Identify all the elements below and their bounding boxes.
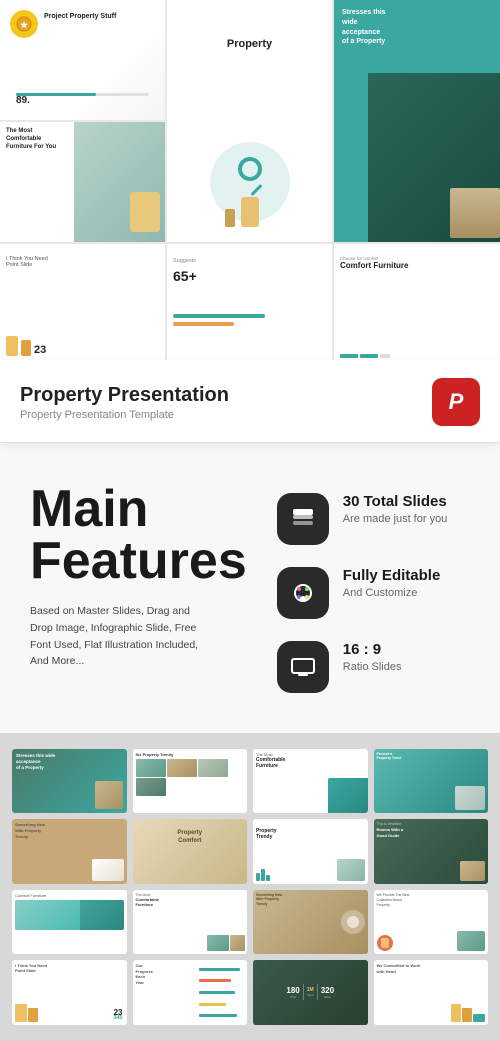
slide6-number: 23	[34, 344, 46, 356]
bgt13-text: I Think You NeedPoint Slide	[15, 963, 124, 973]
title-banner: Property Presentation Property Presentat…	[0, 360, 500, 443]
bgt12-text: We Provide The BestCollection AboutPrope…	[377, 893, 486, 908]
bottom-grid: Stresses this wideacceptanceof a Propert…	[0, 733, 500, 1041]
slide-thumb-5[interactable]: Stresses thiswideacceptanceof a Property	[334, 0, 500, 242]
bottom-thumb-15[interactable]: 180 Offer 1M Total 320 Value	[253, 960, 368, 1024]
bgt16-text: We Committed to Workwith Heart	[377, 963, 486, 974]
feature-slides-title: 30 Total Slides	[343, 493, 448, 511]
bgt3-text: The MostComfortableFurniture	[256, 752, 365, 769]
slide5-img	[368, 73, 500, 242]
features-description: Based on Master Slides, Drag and Drop Im…	[30, 603, 210, 670]
slide1-number: 89.	[16, 95, 30, 106]
bottom-thumb-4[interactable]: Present aProperty Trend	[374, 749, 489, 813]
bgt1-text: Stresses this wideacceptanceof a Propert…	[12, 749, 127, 775]
bgt11-text: Something NewWith PropertyTrendy	[256, 893, 365, 907]
bottom-thumb-7[interactable]: PropertyTrendy	[253, 819, 368, 883]
bottom-thumb-14[interactable]: OurProgressEachYear	[133, 960, 248, 1024]
slide5-title: Stresses thiswideacceptanceof a Property	[342, 8, 496, 47]
slide1-title: Project Property Stuff	[44, 12, 116, 21]
features-section: Main Features Based on Master Slides, Dr…	[0, 443, 500, 733]
bottom-thumb-8[interactable]: This is Headline Rooms With aGood Guide	[374, 819, 489, 883]
feature-icon-monitor	[277, 641, 329, 693]
bottom-thumb-10[interactable]: The MostComfortableFurniture	[133, 890, 248, 954]
slide3-person	[130, 192, 160, 232]
bgt15-num3: 320	[321, 986, 334, 995]
slide-thumb-7[interactable]: Suggests 65+	[167, 244, 332, 360]
powerpoint-icon: P	[432, 378, 480, 426]
feature-item-ratio: 16 : 9 Ratio Slides	[277, 641, 470, 693]
bgt8-num: This is Headline	[377, 822, 486, 826]
bgt15-label1: Offer	[286, 995, 299, 999]
features-right-column: 30 Total Slides Are made just for you	[277, 483, 470, 693]
bgt8-text: Rooms With aGood Guide	[377, 827, 486, 837]
bgt15-num1: 180	[286, 986, 299, 995]
slide7-label: Suggests	[173, 250, 326, 264]
bottom-thumb-13[interactable]: I Think You NeedPoint Slide 23 345	[12, 960, 127, 1024]
feature-item-editable: Fully Editable And Customize	[277, 567, 470, 619]
bgt2-text: Six Property Trendy	[136, 752, 245, 757]
slide-thumb-2[interactable]: Property	[167, 0, 332, 242]
features-heading: Main Features	[30, 483, 247, 587]
slide7-number: 65+	[173, 268, 326, 284]
bgt9-text: Comfort Furniture	[15, 893, 124, 898]
bgt15-label3: Value	[321, 995, 334, 999]
bottom-thumb-3[interactable]: The MostComfortableFurniture	[253, 749, 368, 813]
bottom-thumb-16[interactable]: We Committed to Workwith Heart	[374, 960, 489, 1024]
slide2-title: Property	[175, 38, 324, 50]
feature-ratio-sub: Ratio Slides	[343, 661, 402, 673]
badge-icon: ★	[10, 10, 38, 38]
bgt4-text: Present aProperty Trend	[377, 752, 486, 760]
slide-thumb-8[interactable]: Choose for comfort Comfort Furniture	[334, 244, 500, 360]
feature-icon-palette	[277, 567, 329, 619]
feature-item-slides: 30 Total Slides Are made just for you	[277, 493, 470, 545]
bottom-thumb-12[interactable]: We Provide The BestCollection AboutPrope…	[374, 890, 489, 954]
bgt7-text: PropertyTrendy	[256, 828, 365, 840]
top-preview-grid: ★ Project Property Stuff 89. Property	[0, 0, 500, 360]
bottom-thumb-6[interactable]: PropertyComfort	[133, 819, 248, 883]
bgt5-text: Something NewWith PropertyTrendy	[15, 822, 124, 839]
bottom-thumb-5[interactable]: Something NewWith PropertyTrendy	[12, 819, 127, 883]
presentation-title: Property Presentation	[20, 383, 229, 407]
svg-text:★: ★	[20, 20, 29, 30]
features-left-column: Main Features Based on Master Slides, Dr…	[30, 483, 247, 670]
feature-editable-title: Fully Editable	[343, 567, 441, 585]
bottom-thumb-11[interactable]: Something NewWith PropertyTrendy	[253, 890, 368, 954]
bottom-thumb-1[interactable]: Stresses this wideacceptanceof a Propert…	[12, 749, 127, 813]
bgt15-label2: Total	[307, 993, 314, 997]
feature-ratio-title: 16 : 9	[343, 641, 402, 659]
feature-editable-sub: And Customize	[343, 587, 441, 599]
slide-thumb-3[interactable]: The MostComfortableFurniture For You	[0, 122, 165, 242]
feature-icon-layers	[277, 493, 329, 545]
feature-slides-sub: Are made just for you	[343, 513, 448, 525]
presentation-subtitle: Property Presentation Template	[20, 409, 229, 421]
slide8-title: Comfort Furniture	[340, 261, 498, 270]
bgt10-text: The MostComfortableFurniture	[136, 893, 245, 907]
bgt6-text: PropertyComfort	[136, 830, 245, 844]
bottom-thumb-2[interactable]: Six Property Trendy	[133, 749, 248, 813]
slide6-label: I Think You NeedPoint Slide	[6, 250, 159, 268]
slide-thumb-6[interactable]: I Think You NeedPoint Slide 23	[0, 244, 165, 360]
slide-thumb-1[interactable]: ★ Project Property Stuff 89.	[0, 0, 165, 120]
bottom-thumb-9[interactable]: Comfort Furniture	[12, 890, 127, 954]
